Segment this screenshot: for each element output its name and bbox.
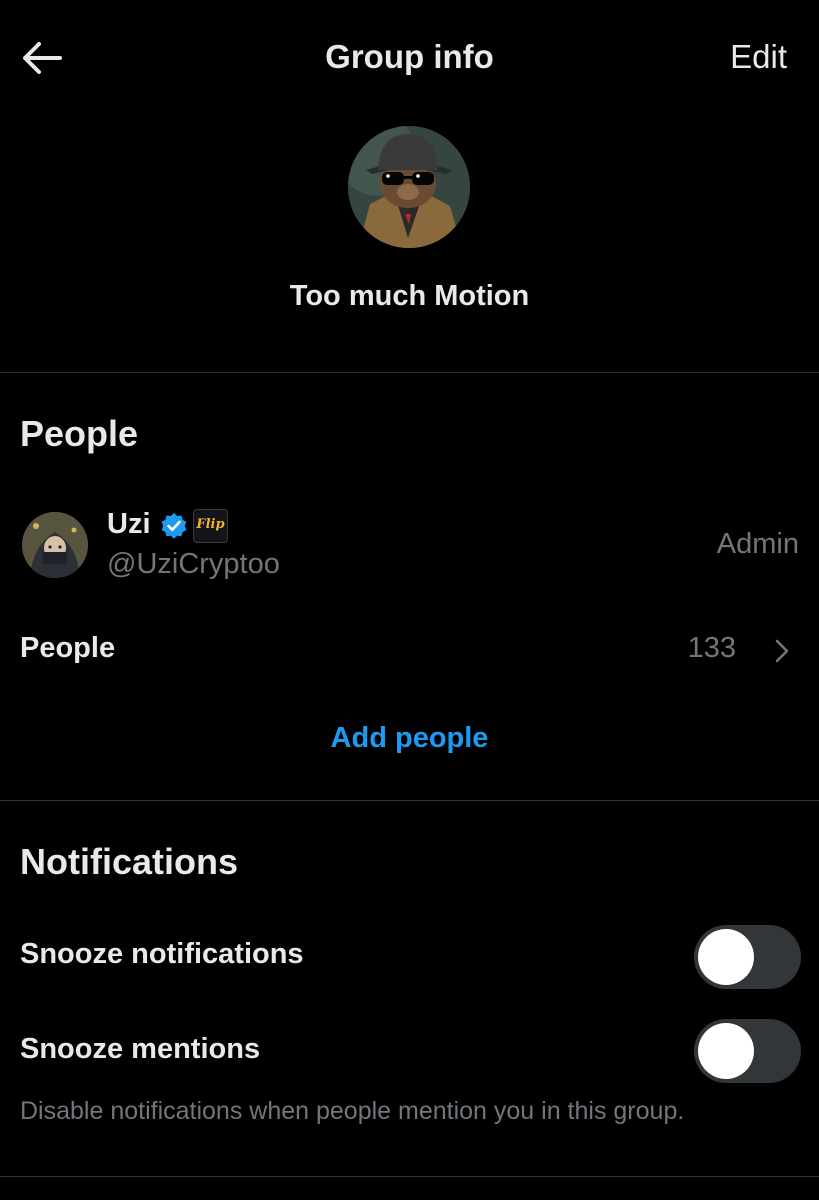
- member-handle: @UziCryptoo: [107, 548, 280, 580]
- notifications-section-title: Notifications: [20, 841, 239, 882]
- divider: [0, 1176, 819, 1177]
- snooze-notifications-toggle[interactable]: [694, 925, 801, 989]
- people-count: 133: [687, 632, 736, 664]
- avatar: [22, 512, 88, 578]
- group-info-page: Group info Edit Too much Motion People U…: [0, 0, 819, 1200]
- verified-badge-icon: [161, 513, 187, 539]
- member-avatar-image: [22, 512, 88, 578]
- divider: [0, 372, 819, 373]
- edit-button[interactable]: Edit: [730, 38, 787, 76]
- divider: [0, 800, 819, 801]
- group-avatar-image: [348, 126, 470, 248]
- member-row[interactable]: Uzi Flip @UziCryptoo Admin: [0, 500, 819, 590]
- affiliate-badge-icon: Flip: [193, 509, 228, 543]
- group-avatar[interactable]: [348, 126, 470, 248]
- snooze-mentions-help-text: Disable notifications when people mentio…: [20, 1097, 685, 1125]
- chevron-right-icon: [775, 639, 789, 663]
- header: Group info Edit: [0, 0, 819, 116]
- people-row-label: People: [20, 632, 116, 664]
- snooze-mentions-toggle[interactable]: [694, 1019, 801, 1083]
- member-role: Admin: [716, 528, 799, 560]
- snooze-mentions-label: Snooze mentions: [20, 1033, 261, 1065]
- toggle-knob: [698, 1023, 754, 1079]
- member-name: Uzi: [107, 508, 151, 540]
- people-list-row[interactable]: People 133: [0, 620, 819, 680]
- group-name: Too much Motion: [289, 280, 530, 312]
- people-section-title: People: [20, 413, 139, 454]
- page-title: Group info: [325, 38, 494, 75]
- snooze-notifications-label: Snooze notifications: [20, 938, 304, 970]
- add-people-button[interactable]: Add people: [0, 722, 819, 755]
- toggle-knob: [698, 929, 754, 985]
